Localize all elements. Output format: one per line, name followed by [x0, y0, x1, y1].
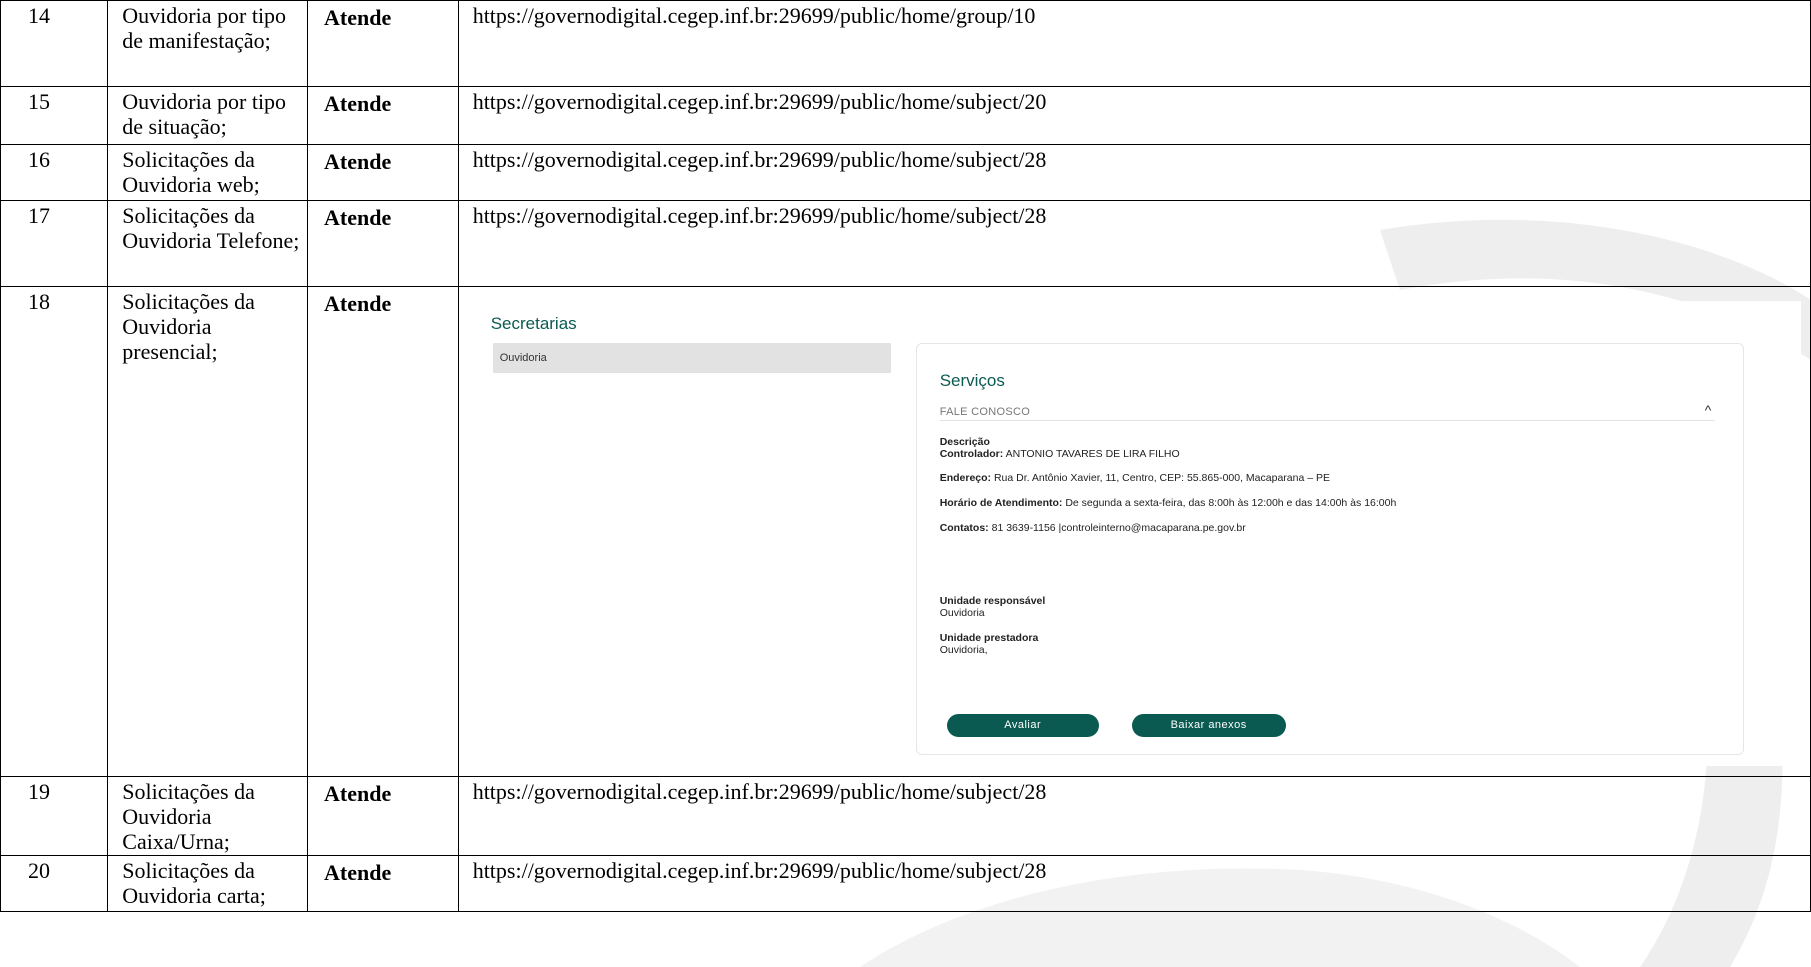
- row-number: 19: [0, 776, 109, 856]
- fale-conosco-header[interactable]: FALE CONOSCO: [940, 400, 1030, 425]
- row-link[interactable]: https://governodigital.cegep.inf.br:2969…: [457, 855, 1811, 912]
- row-number: 17: [0, 200, 109, 287]
- row-item: Ouvidoria por tipo de situação;: [107, 86, 309, 145]
- unidade-responsavel-value: Ouvidoria: [939, 607, 985, 619]
- row-link[interactable]: https://governodigital.cegep.inf.br:2969…: [457, 776, 1811, 856]
- row-status: Atende: [307, 286, 459, 777]
- row-status: Atende: [307, 200, 459, 287]
- row-item: Solicitações da Ouvidoria presencial;: [107, 286, 309, 777]
- endereco-line: Endereço: Rua Dr. Antônio Xavier, 11, Ce…: [939, 472, 1330, 484]
- embedded-screenshot: Secretarias Ouvidoria Serviços FALE CONO…: [470, 301, 1801, 766]
- secretaria-item-ouvidoria[interactable]: Ouvidoria: [492, 343, 891, 373]
- row-item: Ouvidoria por tipo de manifestação;: [107, 0, 309, 87]
- row-link[interactable]: https://governodigital.cegep.inf.br:2969…: [457, 0, 1811, 87]
- table-row: 14 Ouvidoria por tipo de manifestação; A…: [0, 0, 1811, 87]
- compliance-table: 14 Ouvidoria por tipo de manifestação; A…: [0, 0, 1811, 912]
- table-row: 18 Solicitações da Ouvidoria presencial;…: [0, 286, 1811, 777]
- row-item: Solicitações da Ouvidoria carta;: [107, 855, 309, 912]
- row-status: Atende: [307, 0, 459, 87]
- divider: [939, 420, 1715, 421]
- screenshot-cell: Secretarias Ouvidoria Serviços FALE CONO…: [457, 286, 1811, 777]
- row-number: 15: [0, 86, 109, 145]
- row-number: 20: [0, 855, 109, 912]
- row-item: Solicitações da Ouvidoria Telefone;: [107, 200, 309, 287]
- row-link[interactable]: https://governodigital.cegep.inf.br:2969…: [457, 86, 1811, 145]
- avaliar-button[interactable]: Avaliar: [946, 714, 1099, 737]
- unidade-prestadora-value: Ouvidoria,: [939, 644, 988, 656]
- baixar-anexos-button[interactable]: Baixar anexos: [1131, 714, 1286, 737]
- row-link[interactable]: https://governodigital.cegep.inf.br:2969…: [457, 200, 1811, 287]
- table-row: 15 Ouvidoria por tipo de situação; Atend…: [0, 86, 1811, 145]
- row-status: Atende: [307, 776, 459, 856]
- table-row: 19 Solicitações da Ouvidoria Caixa/Urna;…: [0, 776, 1811, 856]
- row-status: Atende: [307, 144, 459, 201]
- horario-line: Horário de Atendimento: De segunda a sex…: [939, 497, 1397, 509]
- row-status: Atende: [307, 855, 459, 912]
- row-number: 16: [0, 144, 109, 201]
- controlador-line: Controlador: ANTONIO TAVARES DE LIRA FIL…: [939, 448, 1180, 460]
- row-item: Solicitações da Ouvidoria Caixa/Urna;: [107, 776, 309, 856]
- row-item: Solicitações da Ouvidoria web;: [107, 144, 309, 201]
- row-link[interactable]: https://governodigital.cegep.inf.br:2969…: [457, 144, 1811, 201]
- table-row: 20 Solicitações da Ouvidoria carta; Aten…: [0, 855, 1811, 912]
- secretarias-title: Secretarias: [490, 314, 577, 333]
- row-status: Atende: [307, 86, 459, 145]
- contatos-line: Contatos: 81 3639-1156 |controleinterno@…: [939, 522, 1246, 534]
- table-row: 16 Solicitações da Ouvidoria web; Atende…: [0, 144, 1811, 201]
- servicos-title: Serviços: [939, 371, 1005, 390]
- servicos-card: Serviços FALE CONOSCO ^ Descrição Contro…: [915, 343, 1744, 755]
- row-number: 14: [0, 0, 109, 87]
- row-number: 18: [0, 286, 109, 777]
- table-row: 17 Solicitações da Ouvidoria Telefone; A…: [0, 200, 1811, 287]
